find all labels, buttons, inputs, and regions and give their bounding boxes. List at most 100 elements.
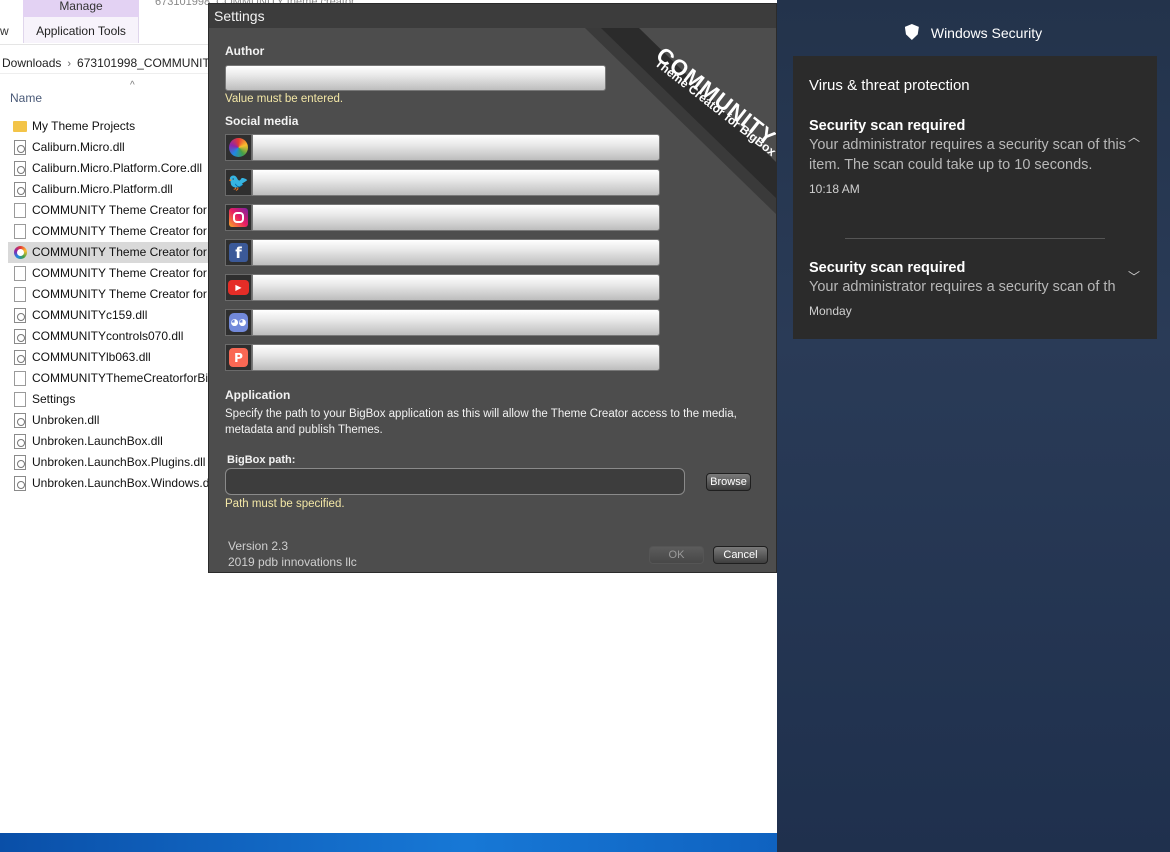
youtube-url-input[interactable] <box>252 274 660 301</box>
dialog-title: Settings <box>209 4 776 28</box>
security-app-name: Windows Security <box>930 25 1043 41</box>
application-description: Specify the path to your BigBox applicat… <box>225 408 737 436</box>
notification-item[interactable]: Security scan required Your administrato… <box>809 118 1129 196</box>
youtube-icon: ▶ <box>225 274 252 301</box>
file-row[interactable]: COMMUNITY Theme Creator for BigBox <box>8 221 208 242</box>
dll-icon <box>14 329 26 344</box>
file-row[interactable]: COMMUNITYc159.dll <box>8 305 208 326</box>
dll-icon <box>14 455 26 470</box>
collapse-chevron-up-icon[interactable]: ︿ <box>1127 128 1141 144</box>
document-icon <box>14 392 26 407</box>
notification-time: Monday <box>809 304 852 318</box>
application-label: Application <box>225 388 291 402</box>
dll-icon <box>14 413 26 428</box>
discord-icon: ◕◕ <box>225 309 252 336</box>
notification-group-card: Virus & threat protection Security scan … <box>793 56 1157 339</box>
file-row[interactable]: Unbroken.dll <box>8 410 208 431</box>
file-name: My Theme Projects <box>32 119 136 133</box>
ok-button[interactable]: OK <box>649 546 704 564</box>
file-row[interactable]: COMMUNITYlb063.dll <box>8 347 208 368</box>
file-row[interactable]: Caliburn.Micro.Platform.Core.dll <box>8 158 208 179</box>
file-name: COMMUNITY Theme Creator for BigBox <box>32 203 208 217</box>
instagram-icon <box>225 204 252 231</box>
social-row-community <box>225 134 660 161</box>
file-row[interactable]: COMMUNITYThemeCreatorforBigBox <box>8 368 208 389</box>
facebook-url-input[interactable] <box>252 239 660 266</box>
browse-button[interactable]: Browse <box>706 473 751 491</box>
bigbox-path-label: BigBox path: <box>227 454 296 466</box>
notification-group-title: Virus & threat protection <box>809 77 970 94</box>
cancel-button[interactable]: Cancel <box>713 546 768 564</box>
notification-title: Security scan required <box>809 118 966 134</box>
file-row[interactable]: Unbroken.LaunchBox.dll <box>8 431 208 452</box>
instagram-url-input[interactable] <box>252 204 660 231</box>
author-validation-message: Value must be entered. <box>225 93 344 105</box>
breadcrumb-downloads[interactable]: Downloads <box>2 56 61 70</box>
file-name: Caliburn.Micro.dll <box>32 140 125 154</box>
version-text: Version 2.3 <box>228 539 289 553</box>
notification-item[interactable]: Security scan required Your administrato… <box>809 260 1129 318</box>
file-name: Settings <box>32 392 76 406</box>
patreon-url-input[interactable] <box>252 344 660 371</box>
document-icon <box>14 371 26 386</box>
dll-icon <box>14 308 26 323</box>
file-row[interactable]: Caliburn.Micro.dll <box>8 137 208 158</box>
social-row-patreon: P <box>225 344 660 371</box>
file-row[interactable]: Unbroken.LaunchBox.Plugins.dll <box>8 452 208 473</box>
file-name: Caliburn.Micro.Platform.dll <box>32 182 173 196</box>
file-row[interactable]: My Theme Projects <box>8 116 208 137</box>
path-validation-message: Path must be specified. <box>225 498 345 510</box>
file-row[interactable]: COMMUNITY Theme Creator for BigBox <box>8 263 208 284</box>
dll-icon <box>14 140 26 155</box>
discord-url-input[interactable] <box>252 309 660 336</box>
twitter-url-input[interactable] <box>252 169 660 196</box>
file-row[interactable]: Unbroken.LaunchBox.Windows.dll <box>8 473 208 494</box>
breadcrumb-chevron-icon: › <box>67 58 72 70</box>
social-row-youtube: ▶ <box>225 274 660 301</box>
author-input[interactable] <box>225 65 606 91</box>
notification-body: Your administrator requires a security s… <box>809 137 1126 173</box>
file-name: Unbroken.LaunchBox.Windows.dll <box>32 476 208 490</box>
security-header: Windows Security <box>777 24 1170 41</box>
shield-icon <box>904 24 919 40</box>
file-row[interactable]: Caliburn.Micro.Platform.dll <box>8 179 208 200</box>
file-row[interactable]: Settings <box>8 389 208 410</box>
notification-divider <box>845 238 1105 239</box>
sort-ascending-icon: ^ <box>130 80 135 91</box>
ribbon-view-tab-fragment[interactable]: w <box>0 24 9 38</box>
file-name: COMMUNITYcontrols070.dll <box>32 329 184 343</box>
file-list: My Theme Projects Caliburn.Micro.dll Calib… <box>8 116 208 494</box>
social-row-discord: ◕◕ <box>225 309 660 336</box>
version-info: Version 2.3 2019 pdb innovations llc <box>228 538 357 570</box>
file-name: COMMUNITYc159.dll <box>32 308 148 322</box>
column-header-name[interactable]: Name <box>10 91 42 105</box>
author-label: Author <box>225 44 265 58</box>
expand-chevron-down-icon[interactable]: ﹀ <box>1127 268 1141 284</box>
document-icon <box>14 266 26 281</box>
dll-icon <box>14 476 26 491</box>
file-row[interactable]: COMMUNITY Theme Creator for BigBox <box>8 242 208 263</box>
file-name: COMMUNITY Theme Creator for BigBox <box>32 224 208 238</box>
dll-icon <box>14 161 26 176</box>
bigbox-path-input[interactable] <box>225 468 685 495</box>
file-name: COMMUNITY Theme Creator for BigBox <box>32 266 208 280</box>
twitter-icon: 🐦 <box>225 169 252 196</box>
file-name: Unbroken.dll <box>32 413 100 427</box>
file-name: COMMUNITYThemeCreatorforBigBox <box>32 371 208 385</box>
social-row-instagram <box>225 204 660 231</box>
notification-body: Your administrator requires a security s… <box>809 279 1116 295</box>
dll-icon <box>14 350 26 365</box>
taskbar <box>0 833 777 852</box>
copyright-text: 2019 pdb innovations llc <box>228 555 357 569</box>
notification-title: Security scan required <box>809 260 966 276</box>
ribbon-tab-application-tools[interactable]: Application Tools <box>23 17 139 43</box>
community-url-input[interactable] <box>252 134 660 161</box>
ribbon-tab-manage[interactable]: Manage <box>23 0 139 17</box>
file-row[interactable]: COMMUNITY Theme Creator for BigBox <box>8 200 208 221</box>
file-name: Unbroken.LaunchBox.dll <box>32 434 163 448</box>
breadcrumb-current-folder[interactable]: 673101998_COMMUNITY <box>77 56 218 70</box>
file-row[interactable]: COMMUNITY Theme Creator for BigBox <box>8 284 208 305</box>
file-name: COMMUNITY Theme Creator for BigBox <box>32 245 208 259</box>
app-icon <box>14 246 27 259</box>
file-row[interactable]: COMMUNITYcontrols070.dll <box>8 326 208 347</box>
